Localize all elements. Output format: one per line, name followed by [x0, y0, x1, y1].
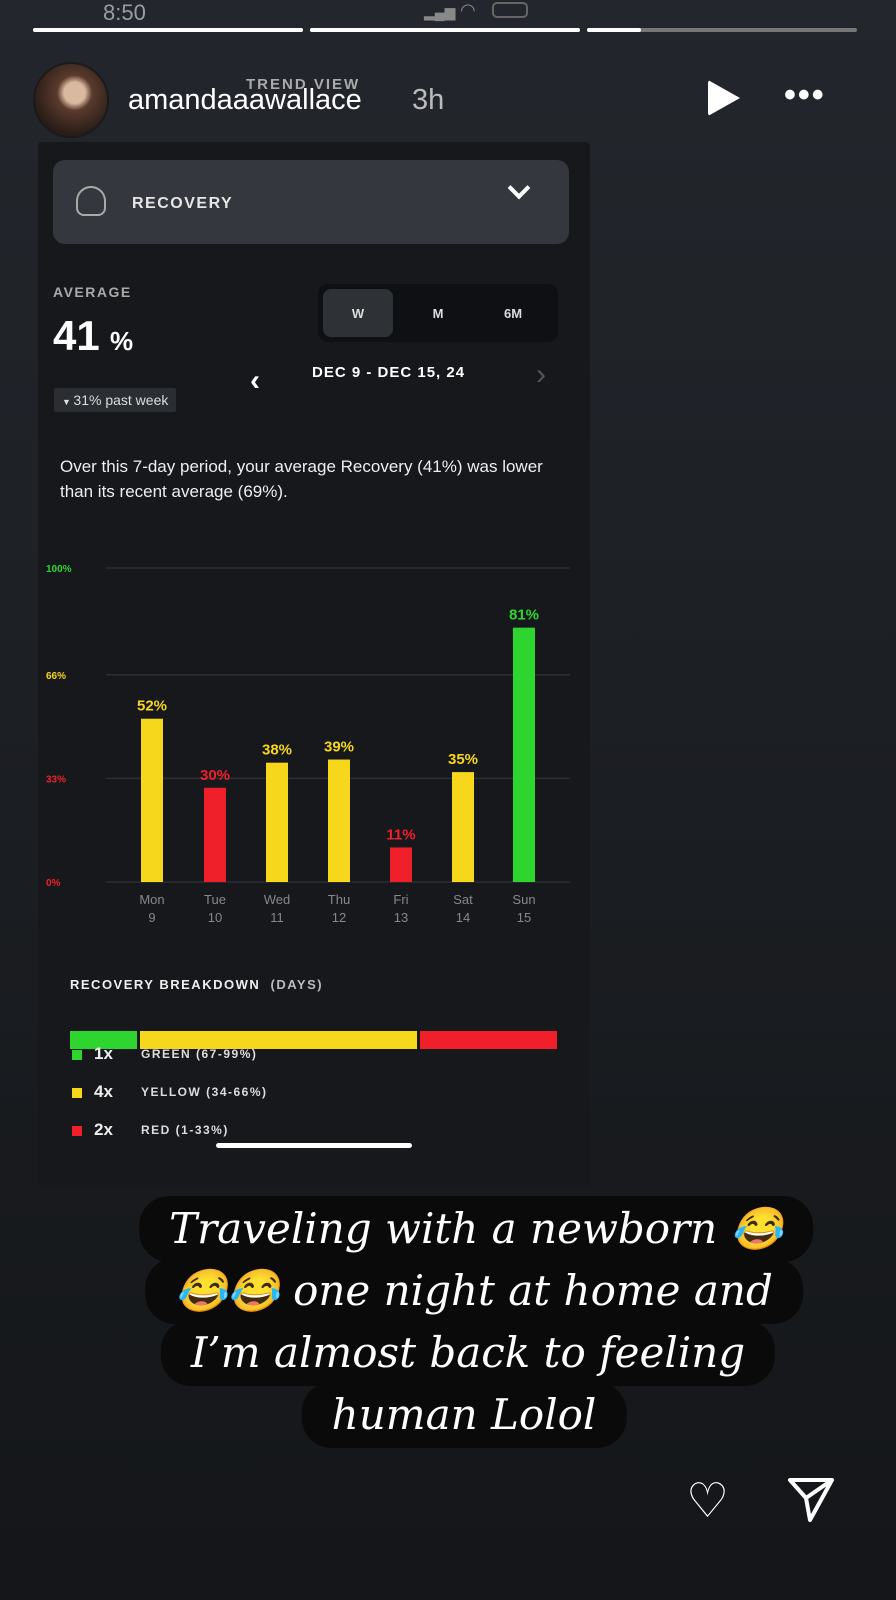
metric-dropdown[interactable] [53, 160, 569, 244]
bar-value-label: 38% [262, 742, 292, 759]
legend-swatch [72, 1088, 82, 1098]
x-date-label: 14 [456, 910, 470, 925]
x-date-label: 9 [148, 910, 155, 925]
send-icon[interactable] [786, 1474, 836, 1529]
legend-label: RED (1-33%) [141, 1123, 229, 1137]
change-text: 31% past week [73, 392, 169, 408]
y-tick-label: 100% [46, 564, 72, 575]
breakdown-title-text: RECOVERY BREAKDOWN [70, 977, 261, 992]
x-day-label: Sat [453, 892, 473, 907]
next-period-icon[interactable]: › [536, 358, 546, 392]
caption-line: Traveling with a newborn 😂 [139, 1196, 813, 1262]
breakdown-segment [420, 1031, 557, 1049]
bar-value-label: 30% [200, 767, 230, 784]
bar-value-label: 39% [324, 739, 354, 756]
x-date-label: 12 [332, 910, 346, 925]
x-date-label: 10 [208, 910, 222, 925]
legend-label: YELLOW (34-66%) [141, 1085, 268, 1099]
legend-count: 2x [94, 1120, 113, 1139]
bar-fri [390, 847, 412, 882]
average-value: 41 [53, 312, 100, 359]
average-unit: % [110, 326, 134, 356]
meditation-icon [76, 186, 106, 216]
bar-sat [452, 772, 474, 882]
x-day-label: Thu [328, 892, 350, 907]
tab-6m[interactable]: 6M [478, 289, 548, 337]
bar-mon [141, 718, 163, 882]
breakdown-title: RECOVERY BREAKDOWN (DAYS) [70, 977, 323, 992]
bar-value-label: 81% [509, 607, 539, 624]
story-progress-3 [587, 28, 857, 32]
tab-m[interactable]: M [403, 289, 473, 337]
y-tick-label: 33% [46, 774, 66, 785]
post-age: 3h [412, 84, 445, 116]
x-day-label: Tue [204, 892, 226, 907]
story-progress-2 [310, 28, 580, 32]
down-triangle-icon: ▼ [62, 397, 74, 407]
avatar[interactable] [33, 62, 109, 138]
x-date-label: 13 [394, 910, 408, 925]
y-tick-label: 0% [46, 878, 61, 889]
date-range: DEC 9 - DEC 15, 24 [312, 364, 466, 381]
wifi-icon: ◠ [460, 0, 476, 20]
x-day-label: Wed [264, 892, 291, 907]
legend-count: 4x [94, 1082, 113, 1101]
summary-text: Over this 7-day period, your average Rec… [60, 457, 543, 501]
recovery-chart: 0% 33% 66% 100% 52% Mon 9 30% Tue 10 38% Wed 11 39% Th… [46, 564, 570, 925]
heart-icon[interactable]: ♡ [686, 1478, 729, 1526]
legend-swatch [72, 1126, 82, 1136]
y-tick-label: 66% [46, 671, 66, 682]
x-day-label: Mon [139, 892, 164, 907]
legend-swatch [72, 1050, 82, 1060]
signal-icon: ▂▄▆ [424, 4, 456, 20]
username[interactable]: amandaaawallace [128, 84, 362, 117]
change-badge: ▼ 31% past week [54, 388, 177, 412]
caption-line: 😂😂 one night at home and [145, 1258, 803, 1324]
period-tabs: W M 6M [318, 284, 558, 342]
metric-label: RECOVERY [132, 195, 234, 212]
caption-line: I’m almost back to feeling [160, 1320, 776, 1386]
caption-line: human Lolol [301, 1382, 627, 1448]
bar-tue [204, 787, 226, 882]
x-day-label: Fri [393, 892, 408, 907]
bar-sun [513, 627, 535, 882]
battery-icon [492, 2, 528, 18]
status-time: 8:50 [103, 0, 146, 25]
bar-thu [328, 759, 350, 882]
legend-label: GREEN (67-99%) [141, 1047, 258, 1061]
bar-value-label: 52% [137, 698, 167, 715]
breakdown-unit: (DAYS) [270, 977, 324, 992]
x-date-label: 11 [270, 910, 284, 925]
story-progress-1 [33, 28, 303, 32]
bar-value-label: 11% [386, 826, 415, 843]
bar-value-label: 35% [448, 751, 478, 768]
home-indicator [216, 1143, 412, 1148]
legend-count: 1x [94, 1044, 113, 1063]
bar-wed [266, 762, 288, 882]
x-date-label: 15 [517, 910, 531, 925]
tab-w[interactable]: W [323, 289, 393, 337]
x-day-label: Sun [512, 892, 535, 907]
prev-period-icon[interactable]: ‹ [250, 364, 260, 398]
more-icon[interactable]: ••• [784, 76, 826, 115]
play-icon[interactable] [708, 80, 740, 116]
average-label: AVERAGE [53, 284, 132, 300]
